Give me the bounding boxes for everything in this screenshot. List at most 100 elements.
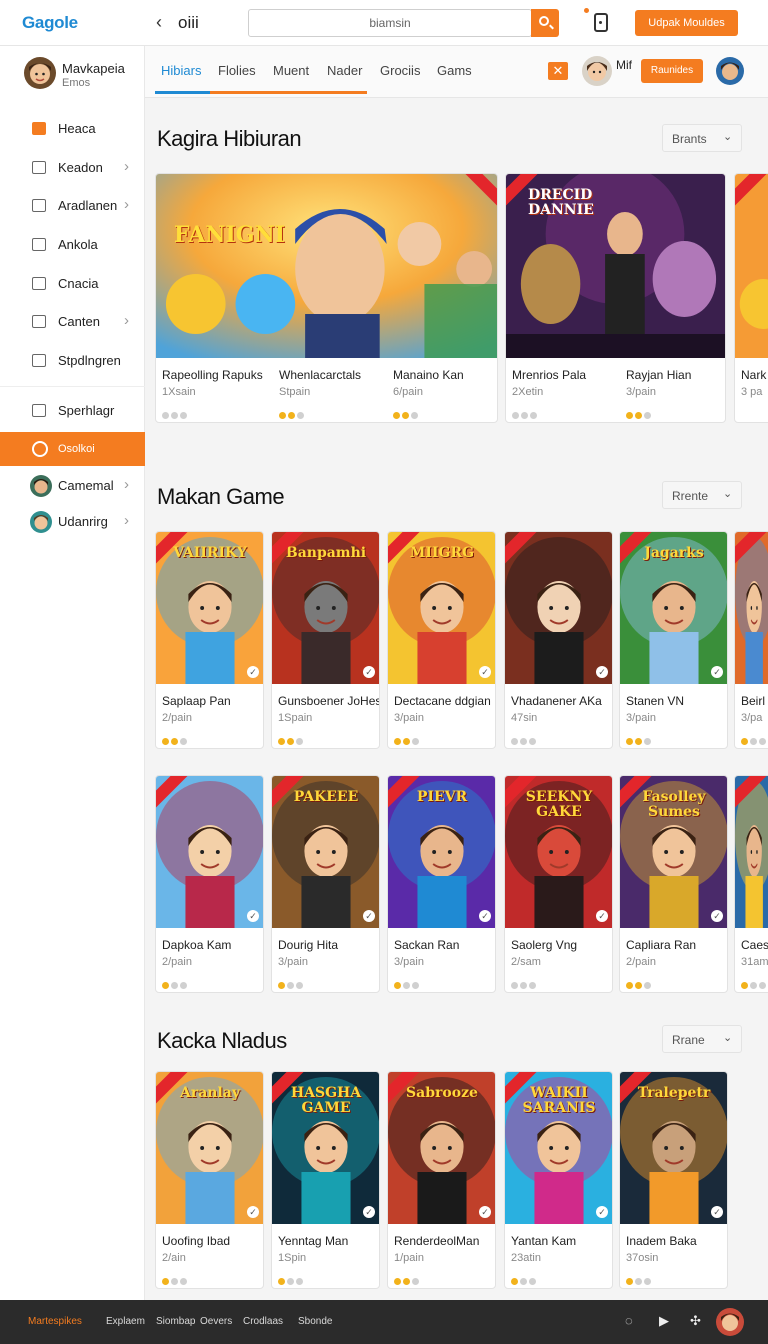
- game-card[interactable]: Aranlay ✓ Uoofing Ibad 2/ain: [155, 1071, 264, 1289]
- chevron-down-icon: ⌄: [723, 131, 733, 143]
- tab-muent[interactable]: Muent: [273, 63, 309, 78]
- sidebar-item-stpdlngren[interactable]: Stpdlngren: [0, 344, 145, 378]
- share-icon[interactable]: ✣: [690, 1314, 704, 1328]
- back-arrow-icon[interactable]: ‹: [156, 12, 162, 33]
- settings-icon[interactable]: ◌: [625, 1314, 639, 1328]
- game-thumbnail: [156, 776, 263, 928]
- game-card[interactable]: PIEVR ✓ Sackan Ran 3/pain: [387, 775, 496, 993]
- featured-card[interactable]: FANIGNI Rapeolling Rapuks Whenlacarctals…: [155, 173, 498, 423]
- tab-gams[interactable]: Gams: [437, 63, 472, 78]
- sort-dropdown[interactable]: Rrane ⌄: [662, 1025, 742, 1053]
- featured-card[interactable]: DRECID DANNIE Mrenrios Pala Rayjan Hian …: [505, 173, 726, 423]
- game-title: Yenntag Man: [278, 1234, 349, 1248]
- game-card[interactable]: VAIIRIKY ✓ Saplaap Pan 2/pain: [155, 531, 264, 749]
- game-meta: 1/pain: [394, 1252, 424, 1264]
- book-icon: [32, 404, 46, 417]
- sidebar-item-heaca[interactable]: Heaca: [0, 112, 145, 146]
- sidebar-item-udanrirg[interactable]: Udanrirg ›: [0, 505, 145, 539]
- phone-icon[interactable]: [594, 13, 608, 32]
- tab-hibiars[interactable]: Hibiars: [161, 63, 201, 78]
- sidebar-item-keadon[interactable]: Keadon ›: [0, 151, 145, 185]
- game-thumbnail: [156, 174, 497, 358]
- rewards-button[interactable]: Raunides: [641, 59, 703, 83]
- game-card[interactable]: HASGHA GAME ✓ Yenntag Man 1Spin: [271, 1071, 380, 1289]
- upload-button[interactable]: Udpak Mouldes: [635, 10, 738, 36]
- sidebar-item-camemal[interactable]: Camemal ›: [0, 469, 145, 503]
- notification-dot-icon: [584, 8, 589, 13]
- sort-dropdown[interactable]: Rrente ⌄: [662, 481, 742, 509]
- verified-icon: ✓: [479, 1206, 491, 1218]
- verified-icon: ✓: [711, 1206, 723, 1218]
- app-logo[interactable]: Gagole: [22, 13, 78, 33]
- profile-block[interactable]: Mavkapeia Emos: [24, 56, 144, 96]
- sidebar-item-cnacia[interactable]: Cnacia: [0, 267, 145, 301]
- rating-dot: [278, 1278, 285, 1285]
- sidebar-item-ankola[interactable]: Ankola: [0, 228, 145, 262]
- tab-grociis[interactable]: Grociis: [380, 63, 420, 78]
- rating-dots: [511, 1272, 538, 1288]
- section-title: Makan Game: [157, 484, 285, 509]
- game-card[interactable]: ✓ Vhadanener AKa 47sin: [504, 531, 613, 749]
- game-card[interactable]: WAIKII SARANIS ✓ Yantan Kam 23atin: [504, 1071, 613, 1289]
- game-title: RenderdeolMan: [394, 1234, 480, 1248]
- footer-link[interactable]: Oevers: [200, 1316, 232, 1327]
- rating-dot: [278, 738, 285, 745]
- bottom-bar: Martespikes Explaem Siombap Oevers Crodl…: [0, 1300, 768, 1344]
- game-title: Dectacane ddgian: [394, 694, 491, 708]
- game-card[interactable]: Sabrooze ✓ RenderdeolMan 1/pain: [387, 1071, 496, 1289]
- verified-icon: ✓: [596, 666, 608, 678]
- footer-brand[interactable]: Martespikes: [28, 1316, 82, 1327]
- tab-flolies[interactable]: Flolies: [218, 63, 256, 78]
- avatar[interactable]: [716, 57, 744, 85]
- rating-dot: [287, 738, 294, 745]
- rating-dot: [279, 412, 286, 419]
- tab-nader[interactable]: Nader: [327, 63, 362, 78]
- featured-card[interactable]: Nark 3 pa: [734, 173, 768, 423]
- game-thumbnail: [735, 174, 768, 358]
- edit-icon: [32, 315, 46, 328]
- game-card[interactable]: Beirl 3/pa: [734, 531, 768, 749]
- footer-link[interactable]: Sbonde: [298, 1316, 332, 1327]
- sidebar-item-canten[interactable]: Canten ›: [0, 305, 145, 339]
- game-meta: Stpain: [279, 386, 311, 398]
- game-card[interactable]: PAKEEE ✓ Dourig Hita 3/pain: [271, 775, 380, 993]
- avatar[interactable]: [716, 1308, 744, 1336]
- game-card[interactable]: Banpamhi ✓ Gunsboener JoHesa 1Spain: [271, 531, 380, 749]
- game-meta: 3/pain: [394, 712, 424, 724]
- game-title-art: WAIKII SARANIS: [522, 1085, 596, 1116]
- rating-dot: [741, 738, 748, 745]
- footer-link[interactable]: Siombap: [156, 1316, 195, 1327]
- sidebar-item-label: Aradlanen: [58, 198, 118, 213]
- rating-dots: [511, 976, 538, 992]
- game-card[interactable]: SEEKNY GAKE ✓ Saolerg Vng 2/sam: [504, 775, 613, 993]
- rating-dot: [297, 412, 304, 419]
- rating-dot: [180, 738, 187, 745]
- avatar[interactable]: [582, 56, 612, 86]
- rating-dot: [511, 982, 518, 989]
- sidebar-item-aradlanen[interactable]: Aradlanen ›: [0, 189, 145, 223]
- game-card[interactable]: Tralepetr ✓ Inadem Baka 37osin: [619, 1071, 728, 1289]
- sidebar-item-osolkoi[interactable]: Osolkoi: [0, 432, 145, 466]
- sort-dropdown[interactable]: Brants ⌄: [662, 124, 742, 152]
- sidebar-item-sperhlagr[interactable]: Sperhlagr: [0, 394, 145, 428]
- globe-icon: [32, 441, 48, 457]
- game-card[interactable]: Jagarks ✓ Stanen VN 3/pain: [619, 531, 728, 749]
- game-meta: 2/pain: [626, 956, 656, 968]
- game-meta: 3 pa: [741, 386, 763, 398]
- search-button[interactable]: [531, 9, 559, 37]
- game-icon: [32, 122, 46, 135]
- game-card[interactable]: Caesl 31am: [734, 775, 768, 993]
- footer-link[interactable]: Explaem: [106, 1316, 145, 1327]
- game-card[interactable]: Fasolley Sumes ✓ Capliara Ran 2/pain: [619, 775, 728, 993]
- footer-link[interactable]: Crodlaas: [243, 1316, 283, 1327]
- rating-dot: [296, 1278, 303, 1285]
- sidebar-item-label: Ankola: [58, 237, 98, 252]
- chevron-down-icon: ⌄: [723, 1032, 733, 1044]
- rating-dots: [626, 1272, 653, 1288]
- play-icon[interactable]: ▶: [659, 1314, 673, 1328]
- search-input[interactable]: [248, 9, 532, 37]
- game-card[interactable]: ✓ Dapkoa Kam 2/pain: [155, 775, 264, 993]
- game-card[interactable]: MIIGRG ✓ Dectacane ddgian 3/pain: [387, 531, 496, 749]
- close-icon[interactable]: ✕: [548, 62, 568, 80]
- rating-dot: [180, 982, 187, 989]
